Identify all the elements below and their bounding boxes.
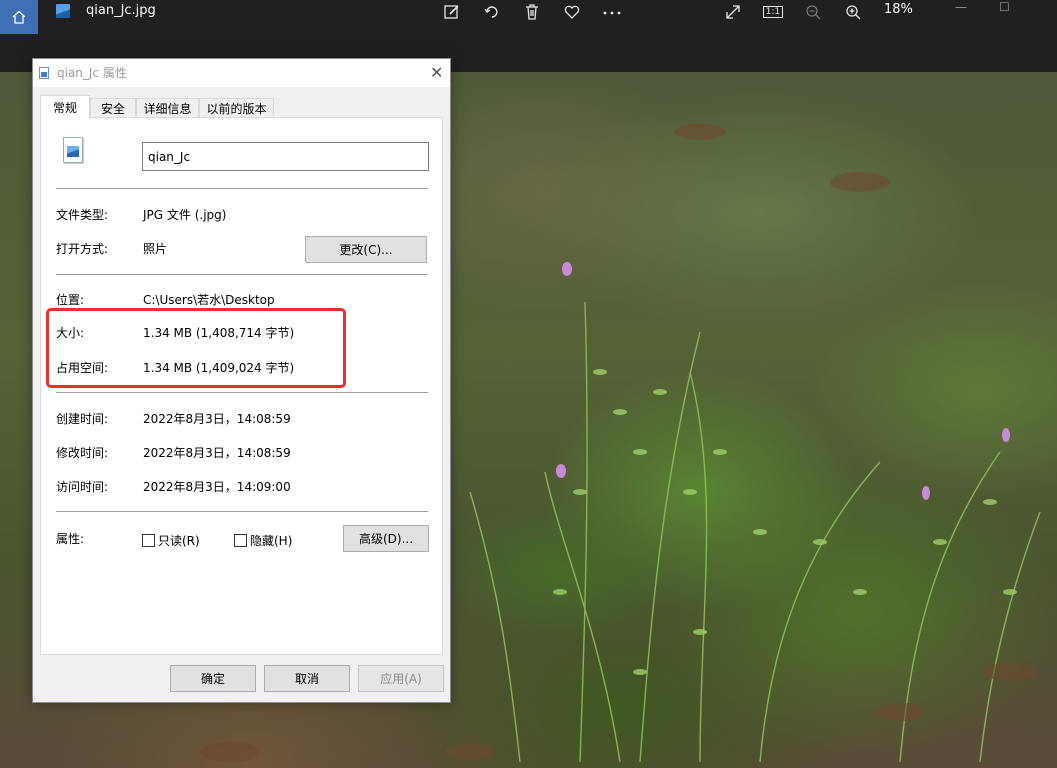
more-button[interactable] <box>600 0 624 24</box>
zoom-out-icon <box>806 5 821 20</box>
fullscreen-icon <box>726 5 740 19</box>
hidden-checkbox[interactable]: 隐藏(H) <box>234 532 292 549</box>
location-value: C:\Users\若水\Desktop <box>143 293 275 307</box>
file-name-input[interactable] <box>142 142 429 171</box>
change-app-button[interactable]: 更改(C)... <box>305 236 427 263</box>
home-button[interactable] <box>0 0 38 34</box>
ok-button[interactable]: 确定 <box>170 665 256 692</box>
maximize-window-button[interactable]: ☐ <box>999 0 1010 14</box>
favorite-button[interactable] <box>562 0 582 24</box>
size-highlight-annotation <box>46 308 346 388</box>
flower <box>1002 428 1010 442</box>
accessed-label: 访问时间: <box>56 480 109 494</box>
close-icon[interactable]: ✕ <box>430 63 443 82</box>
separator <box>56 392 428 393</box>
actual-size-icon: 1:1 <box>762 6 784 18</box>
separator <box>56 188 428 189</box>
hidden-checkbox-label: 隐藏(H) <box>250 534 293 548</box>
minimize-window-button[interactable]: — <box>955 0 967 14</box>
zoom-in-button[interactable] <box>843 0 863 24</box>
tab-security[interactable]: 安全 <box>90 98 136 118</box>
image-file-icon <box>56 4 70 18</box>
zoom-in-icon <box>846 5 861 20</box>
delete-button[interactable] <box>522 0 542 24</box>
attributes-label: 属性: <box>56 532 85 546</box>
apply-button[interactable]: 应用(A) <box>358 665 444 692</box>
flower <box>922 486 930 500</box>
tab-general[interactable]: 常规 <box>40 95 90 119</box>
readonly-checkbox[interactable]: 只读(R) <box>142 532 200 549</box>
checkbox-box[interactable] <box>142 534 155 547</box>
zoom-level: 18% <box>884 2 913 17</box>
created-label: 创建时间: <box>56 412 109 426</box>
viewer-file-title: qian_Jc.jpg <box>86 3 156 18</box>
dialog-title: qian_Jc 属性 <box>57 66 127 80</box>
file-type-label: 文件类型: <box>56 208 109 222</box>
favorite-icon <box>564 5 580 19</box>
opens-with-value: 照片 <box>143 242 168 256</box>
more-icon <box>603 11 621 15</box>
tab-previous-versions[interactable]: 以前的版本 <box>199 98 274 118</box>
accessed-value: 2022年8月3日，14:09:00 <box>143 480 291 494</box>
edit-icon <box>444 5 459 19</box>
rotate-icon <box>484 6 498 18</box>
home-icon <box>12 10 26 24</box>
image-file-icon <box>63 137 83 163</box>
modified-value: 2022年8月3日，14:08:59 <box>143 446 291 460</box>
image-file-icon <box>39 67 49 79</box>
tab-details[interactable]: 详细信息 <box>136 98 199 118</box>
flower <box>562 262 572 276</box>
cancel-button[interactable]: 取消 <box>264 665 350 692</box>
zoom-out-button[interactable] <box>803 0 823 24</box>
delete-icon <box>526 4 538 20</box>
separator <box>56 511 428 512</box>
separator <box>56 274 428 275</box>
dialog-titlebar[interactable]: qian_Jc 属性 ✕ <box>33 59 450 87</box>
file-type-value: JPG 文件 (.jpg) <box>143 208 227 222</box>
fullscreen-button[interactable] <box>723 0 743 24</box>
flower <box>556 464 566 478</box>
rotate-button[interactable] <box>482 0 502 24</box>
modified-label: 修改时间: <box>56 446 109 460</box>
actual-size-button[interactable]: 1:1 <box>762 0 784 24</box>
edit-button[interactable] <box>442 0 462 24</box>
readonly-checkbox-label: 只读(R) <box>158 534 200 548</box>
advanced-button[interactable]: 高级(D)... <box>343 525 429 552</box>
opens-with-label: 打开方式: <box>56 242 109 256</box>
checkbox-box[interactable] <box>234 534 247 547</box>
created-value: 2022年8月3日，14:08:59 <box>143 412 291 426</box>
location-label: 位置: <box>56 293 85 307</box>
